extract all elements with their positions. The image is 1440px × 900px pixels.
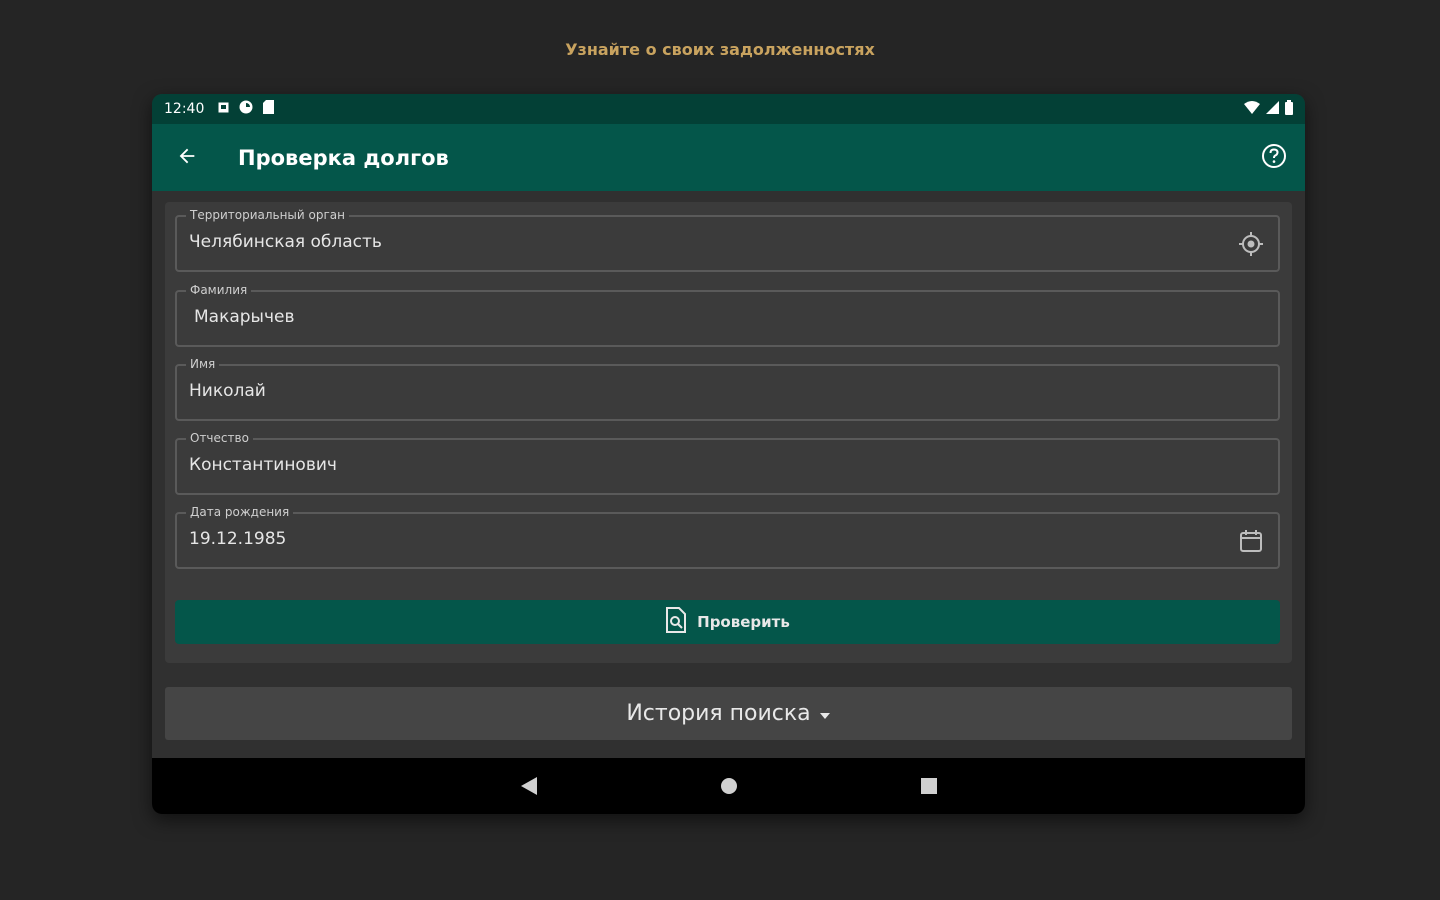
patronymic-field[interactable]: Отчество Константинович [175, 431, 1280, 495]
territory-value: Челябинская область [189, 232, 382, 252]
status-right [1244, 99, 1293, 119]
check-button-label: Проверить [697, 613, 790, 631]
sync-icon [239, 100, 253, 118]
lastname-label: Фамилия [186, 283, 252, 297]
promo-title: Узнайте о своих задолженностях [565, 40, 875, 59]
status-bar: 12:40 [152, 94, 1305, 124]
wifi-icon [1244, 100, 1260, 118]
signal-icon [1266, 100, 1279, 118]
back-button[interactable] [152, 145, 222, 171]
search-history-toggle[interactable]: История поиска [165, 687, 1292, 740]
system-nav-bar [152, 758, 1305, 814]
firstname-field[interactable]: Имя Николай [175, 357, 1280, 421]
birthdate-label: Дата рождения [186, 505, 294, 519]
birthdate-value: 19.12.1985 [189, 529, 287, 549]
check-button[interactable]: Проверить [175, 600, 1280, 644]
history-label: История поиска [626, 701, 811, 726]
birthdate-field[interactable]: Дата рождения 19.12.1985 [175, 505, 1280, 569]
patronymic-label: Отчество [186, 431, 253, 445]
page-title: Проверка долгов [238, 145, 449, 170]
device-frame: 12:40 Проверка долгов Территориальный ор… [152, 94, 1305, 814]
lastname-field[interactable]: Фамилия Макарычев [175, 283, 1280, 347]
sd-card-icon [263, 100, 275, 118]
calendar-icon[interactable] [1238, 528, 1264, 558]
location-target-icon[interactable] [1238, 231, 1264, 261]
help-button[interactable] [1261, 143, 1287, 173]
caret-down-icon [819, 701, 831, 726]
lastname-value: Макарычев [194, 307, 295, 327]
nav-home-button[interactable] [714, 771, 744, 801]
nav-recents-button[interactable] [914, 771, 944, 801]
document-search-icon [665, 607, 687, 637]
firstname-value: Николай [189, 381, 266, 401]
status-time: 12:40 [164, 101, 205, 117]
firstname-label: Имя [186, 357, 220, 371]
territory-label: Территориальный орган [186, 208, 349, 222]
notification-icon [218, 101, 229, 117]
search-form-card: Территориальный орган Челябинская област… [165, 202, 1292, 663]
app-bar: Проверка долгов [152, 124, 1305, 191]
patronymic-value: Константинович [189, 455, 337, 475]
help-circle-icon [1261, 143, 1287, 173]
arrow-left-icon [176, 145, 198, 171]
battery-icon [1285, 99, 1293, 119]
territory-field[interactable]: Территориальный орган Челябинская област… [175, 208, 1280, 272]
nav-back-button[interactable] [514, 771, 544, 801]
